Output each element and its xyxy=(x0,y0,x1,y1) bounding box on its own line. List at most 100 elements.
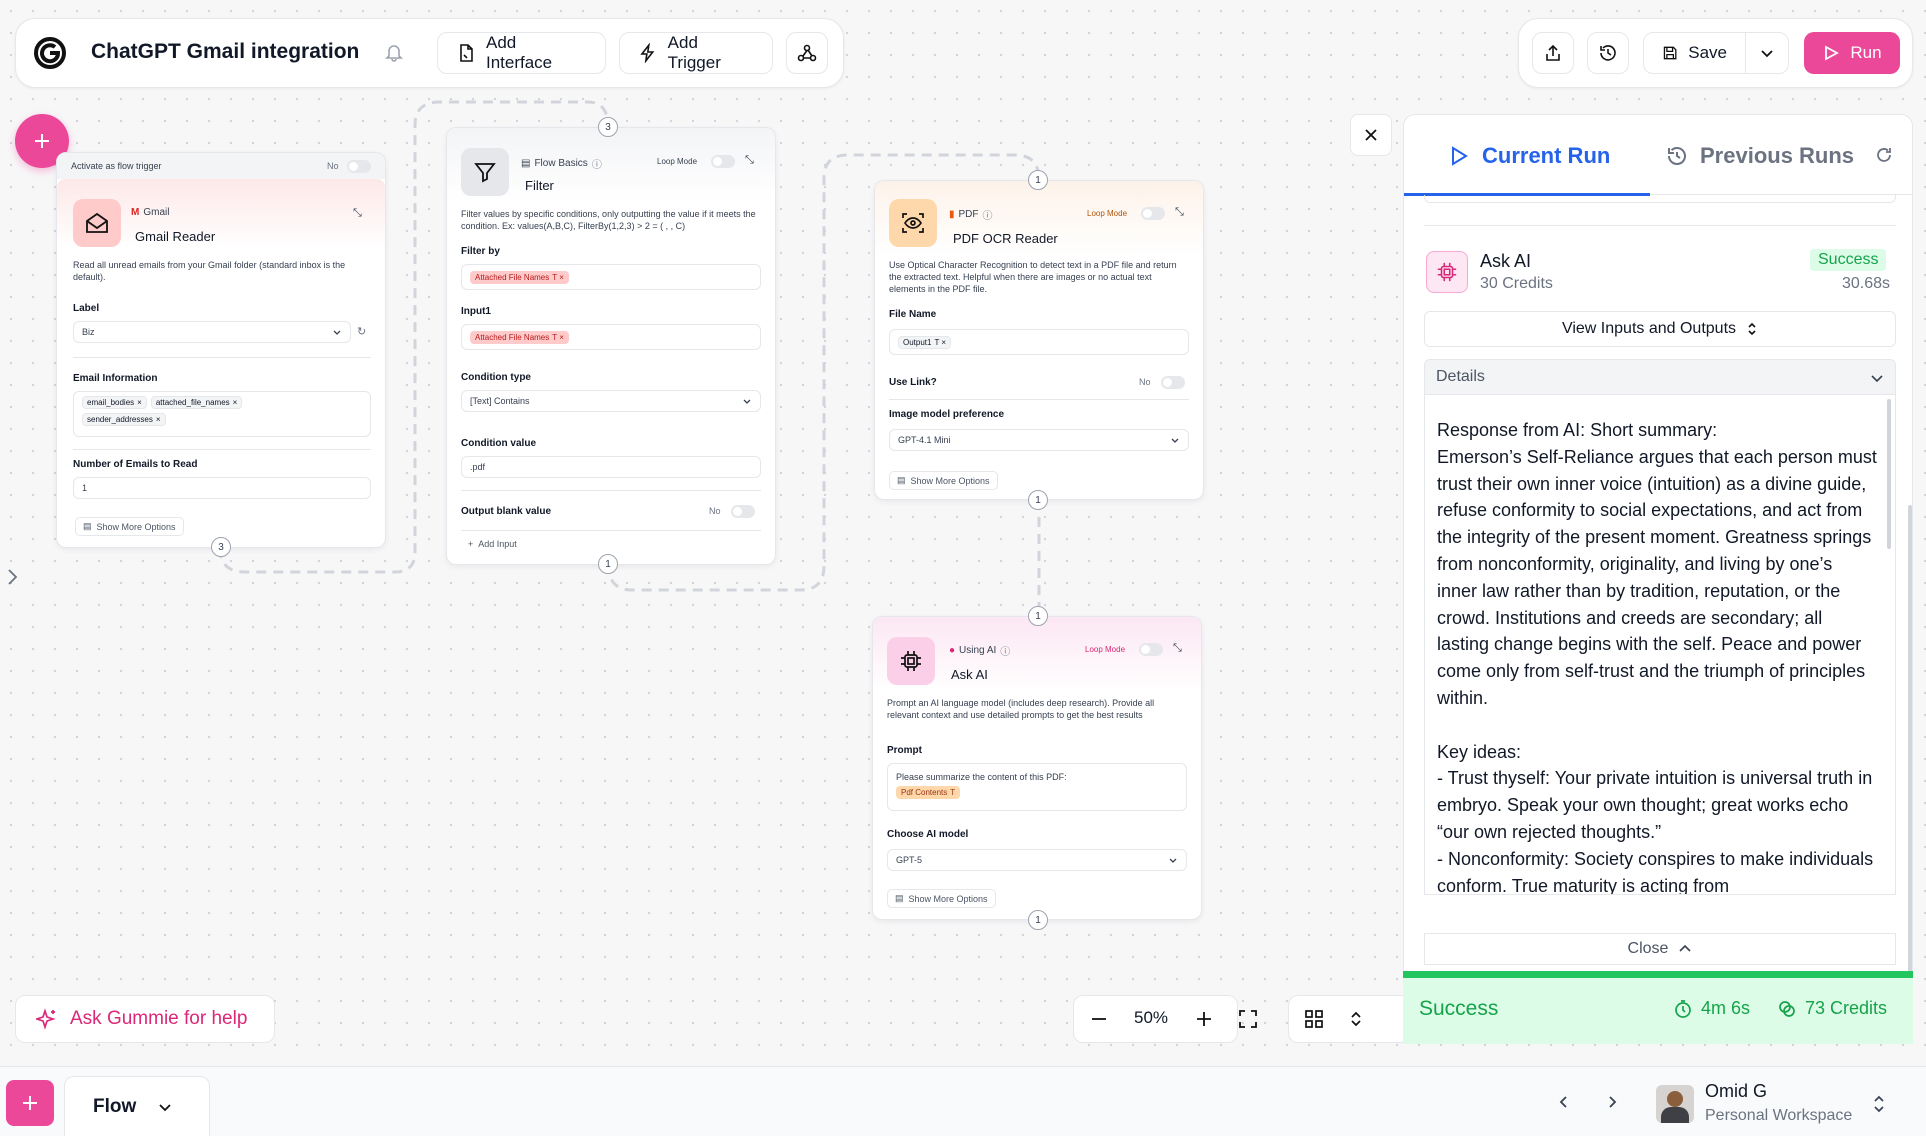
eye-scan-icon xyxy=(889,199,937,247)
connection-badge[interactable]: 3 xyxy=(211,537,231,557)
run-duration-value: 4m 6s xyxy=(1701,998,1751,1018)
connection-badge[interactable]: 1 xyxy=(1028,910,1048,930)
add-input-button[interactable]: + Add Input xyxy=(461,536,524,552)
loop-mode-toggle[interactable] xyxy=(711,155,735,168)
ai-category: ● Using AI ⓘ xyxy=(949,645,1011,658)
output-blank-toggle[interactable] xyxy=(731,505,755,518)
tab-previous-runs[interactable]: Previous Runs xyxy=(1666,143,1854,169)
close-details-button[interactable]: Close xyxy=(1424,933,1896,965)
run-credits-value: 73 Credits xyxy=(1805,998,1888,1018)
mail-icon xyxy=(73,199,121,247)
ask-ai-description: Prompt an AI language model (includes de… xyxy=(887,698,1155,720)
variable-tag[interactable]: Pdf Contents T xyxy=(896,786,961,799)
zoom-out-icon[interactable] xyxy=(1089,1009,1109,1029)
scrollbar[interactable] xyxy=(1887,399,1891,549)
condition-type-select[interactable]: [Text] Contains xyxy=(461,390,761,412)
label-select[interactable]: Biz xyxy=(73,321,351,343)
collapse-icon[interactable]: ⤡ xyxy=(1173,642,1182,655)
expand-sidebar-icon[interactable] xyxy=(6,566,20,588)
panel-scrollbar[interactable] xyxy=(1908,505,1912,1043)
connection-badge[interactable]: 1 xyxy=(1028,170,1048,190)
response-container[interactable]: Response from AI: Short summary: Emerson… xyxy=(1424,395,1896,895)
file-name-input[interactable]: Output1 T × xyxy=(889,329,1189,355)
show-more-options-button[interactable]: ▤ Show More Options xyxy=(887,889,996,908)
options-icon: ▤ xyxy=(83,521,92,531)
zoom-in-icon[interactable] xyxy=(1194,1009,1214,1029)
share-button[interactable] xyxy=(1532,32,1574,74)
history-button[interactable] xyxy=(1587,32,1629,74)
add-tab-button[interactable] xyxy=(6,1080,54,1126)
chevron-down-icon xyxy=(1171,438,1179,443)
variable-tag[interactable]: Output1 T × xyxy=(898,335,952,349)
save-options-dropdown[interactable] xyxy=(1745,32,1789,74)
add-interface-button[interactable]: Add Interface xyxy=(437,32,606,74)
email-info-multiselect[interactable]: email_bodies × attached_file_names × send… xyxy=(73,391,371,437)
chevron-down-icon[interactable] xyxy=(1870,371,1884,385)
view-inputs-outputs-button[interactable]: View Inputs and Outputs xyxy=(1424,311,1896,347)
run-button[interactable]: Run xyxy=(1804,32,1900,74)
variable-tag[interactable]: Attached File Names T × xyxy=(470,330,569,344)
condition-value-label: Condition value xyxy=(461,438,536,449)
tab-flow[interactable]: Flow xyxy=(64,1076,210,1136)
pdf-ocr-node[interactable]: ▮ PDF ⓘ Loop Mode ⤡ PDF OCR Reader Use Opt… xyxy=(874,170,1204,510)
filter-node[interactable]: ▤ Flow Basics ⓘ Loop Mode ⤡ Filter Filter … xyxy=(446,117,776,574)
details-header[interactable] xyxy=(1424,359,1896,395)
ask-gummie-button[interactable]: Ask Gummie for help xyxy=(15,995,275,1043)
tab-current-run[interactable]: Current Run xyxy=(1448,143,1610,169)
collapse-icon[interactable]: ⤡ xyxy=(353,207,362,220)
ask-ai-node[interactable]: ● Using AI ⓘ Loop Mode ⤡ Ask AI Prompt an … xyxy=(872,606,1202,930)
save-icon xyxy=(1663,46,1677,60)
gmail-node-title: Gmail Reader xyxy=(135,229,216,244)
connection-badge[interactable]: 3 xyxy=(598,117,618,137)
add-trigger-button[interactable]: Add Trigger xyxy=(619,32,773,74)
image-model-select[interactable]: GPT-4.1 Mini xyxy=(889,429,1189,451)
condition-value-input[interactable]: .pdf xyxy=(461,456,761,478)
run-status: Success xyxy=(1419,997,1499,1020)
flow-title[interactable]: ChatGPT Gmail integration xyxy=(91,40,359,64)
use-link-toggle[interactable] xyxy=(1161,376,1185,389)
num-emails-input[interactable]: 1 xyxy=(73,477,371,499)
input1-input[interactable]: Attached File Names T × xyxy=(461,324,761,350)
email-tag[interactable]: email_bodies × xyxy=(82,396,147,409)
close-panel-button[interactable] xyxy=(1350,114,1392,156)
connection-badge[interactable]: 1 xyxy=(1028,606,1048,626)
loop-mode-toggle[interactable] xyxy=(1139,643,1163,656)
chevron-right-icon[interactable] xyxy=(1604,1094,1620,1110)
variable-tag[interactable]: Attached File Names T × xyxy=(470,270,569,284)
save-button[interactable]: Save xyxy=(1643,32,1746,74)
prompt-input[interactable]: Please summarize the content of this PDF… xyxy=(887,763,1187,811)
plus-icon xyxy=(35,134,49,148)
email-tag[interactable]: attached_file_names × xyxy=(150,396,243,409)
collapse-icon[interactable]: ⤡ xyxy=(745,154,754,167)
ask-ai-node-title: Ask AI xyxy=(951,667,988,682)
bell-icon[interactable] xyxy=(384,42,404,62)
chevron-left-icon[interactable] xyxy=(1556,1094,1572,1110)
grid-icon[interactable] xyxy=(1304,1009,1324,1029)
fullscreen-icon[interactable] xyxy=(1238,1009,1258,1029)
trigger-toggle[interactable] xyxy=(347,160,371,173)
input1-label: Input1 xyxy=(461,306,491,317)
chevron-down-icon xyxy=(333,330,341,335)
model-select[interactable]: GPT-5 xyxy=(887,849,1187,871)
chevron-up-down-icon[interactable] xyxy=(1872,1094,1886,1114)
refresh-icon[interactable] xyxy=(1874,145,1894,165)
gmail-description: Read all unread emails from your Gmail f… xyxy=(73,260,346,282)
connection-badge[interactable]: 1 xyxy=(598,554,618,574)
collapse-icon[interactable]: ⤡ xyxy=(1175,206,1184,219)
email-tag[interactable]: sender_addresses × xyxy=(82,413,166,426)
filter-category: ▤ Flow Basics ⓘ xyxy=(521,158,602,171)
chevron-down-icon xyxy=(743,399,751,404)
chevron-up-down-icon[interactable] xyxy=(1348,1009,1364,1029)
show-more-options-button[interactable]: ▤ Show More Options xyxy=(889,471,998,490)
filter-by-input[interactable]: Attached File Names T × xyxy=(461,264,761,290)
loop-mode-toggle[interactable] xyxy=(1141,207,1165,220)
refresh-icon[interactable]: ↻ xyxy=(357,325,366,338)
chevron-down-icon xyxy=(1761,50,1773,58)
gmail-reader-node[interactable]: Activate as flow trigger No M Gmail Gmai… xyxy=(56,152,386,557)
num-emails-label: Number of Emails to Read xyxy=(73,459,198,470)
show-more-options-button[interactable]: ▤ Show More Options xyxy=(75,517,184,536)
webhook-button[interactable] xyxy=(786,32,828,74)
history-icon xyxy=(1668,147,1686,165)
connection-badge[interactable]: 1 xyxy=(1028,490,1048,510)
avatar[interactable] xyxy=(1656,1085,1694,1123)
